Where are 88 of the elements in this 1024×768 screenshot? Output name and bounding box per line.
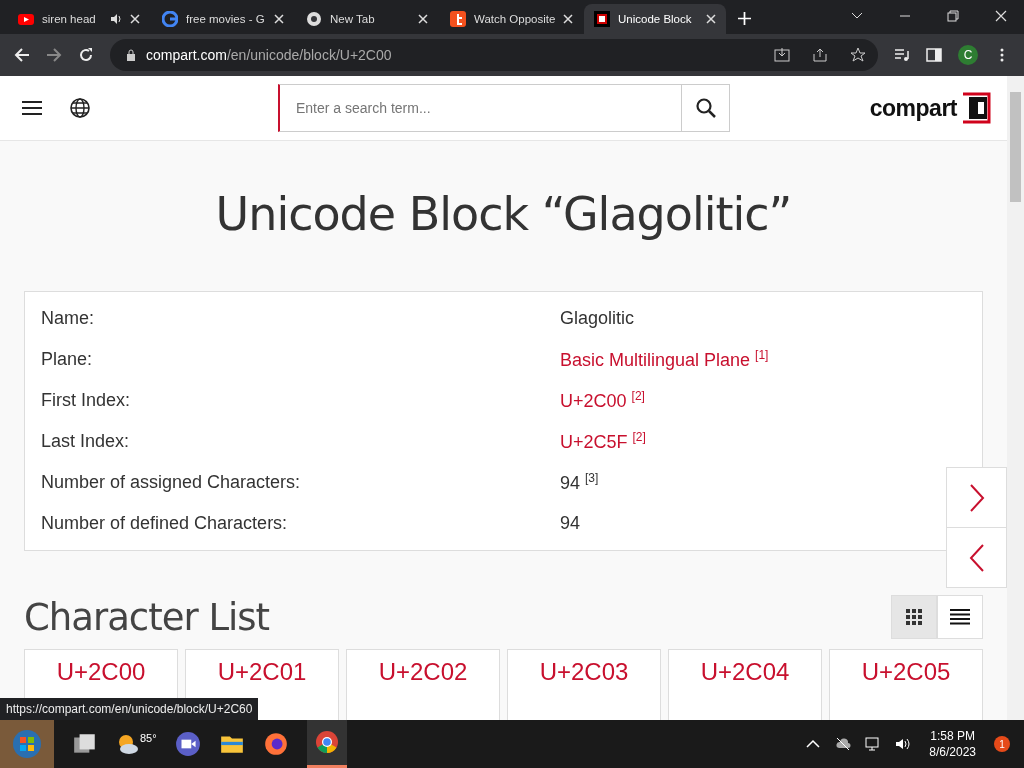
star-icon[interactable] <box>850 47 866 63</box>
profile-avatar[interactable]: C <box>958 45 978 65</box>
browser-tab[interactable]: Watch Opposite <box>440 4 582 34</box>
share-icon[interactable] <box>812 47 828 63</box>
scrollbar[interactable] <box>1007 76 1024 720</box>
close-icon[interactable] <box>995 10 1007 22</box>
property-label: Last Index: <box>41 431 131 452</box>
search-icon <box>695 98 716 118</box>
property-label: Number of assigned Characters: <box>41 472 302 493</box>
property-value: Glagolitic <box>560 308 636 329</box>
character-tile[interactable]: U+2C05 <box>829 649 983 720</box>
close-icon[interactable] <box>706 14 716 24</box>
network-icon[interactable] <box>865 736 882 752</box>
page-title: Unicode Block “Glagolitic” <box>214 187 793 241</box>
grid-icon <box>906 609 922 625</box>
taskbar-app[interactable] <box>306 720 347 768</box>
list-view-button[interactable] <box>937 595 983 639</box>
logo-mark-icon[interactable] <box>961 92 991 124</box>
logo-text[interactable]: compart <box>869 94 957 122</box>
time-text: 1:58 PM <box>930 729 975 743</box>
volume-icon[interactable] <box>895 736 912 752</box>
date-text: 8/6/2023 <box>929 745 976 759</box>
tab-title: free movies - G <box>186 13 266 25</box>
close-icon[interactable] <box>563 14 574 24</box>
search-button[interactable] <box>682 84 730 132</box>
reload-icon[interactable] <box>78 47 94 63</box>
firefox-icon[interactable] <box>262 731 289 757</box>
video-call-icon[interactable] <box>174 731 201 757</box>
back-icon[interactable] <box>14 47 30 63</box>
section-heading: Character List <box>24 595 270 639</box>
tab-title: Watch Opposite <box>474 13 556 25</box>
close-icon[interactable] <box>418 14 428 24</box>
media-icon[interactable] <box>894 47 910 63</box>
tab-title: New Tab <box>330 13 376 25</box>
list-icon <box>950 609 970 625</box>
property-value: 94 $^{[3]}$ <box>560 471 600 494</box>
windows-logo-icon <box>12 729 42 759</box>
tab-title: siren head <box>42 13 97 25</box>
character-tile[interactable]: U+2C04 <box>668 649 822 720</box>
property-label: First Index: <box>41 390 132 411</box>
grid-view-button[interactable] <box>891 595 937 639</box>
chrome-icon <box>314 730 339 754</box>
globe-icon[interactable] <box>70 98 90 118</box>
sun-cloud-icon <box>116 732 140 756</box>
speaker-icon[interactable] <box>110 13 122 25</box>
property-link[interactable]: U+2C5F $^{[2]}$ <box>560 430 966 453</box>
clock[interactable]: 1:58 PM 8/6/2023 <box>929 729 976 759</box>
g-logo-icon <box>162 11 178 27</box>
property-label: Number of defined Characters: <box>41 513 289 534</box>
property-label: Plane: <box>41 349 94 370</box>
weather-widget[interactable]: 85° <box>116 732 157 756</box>
new-tab-icon[interactable] <box>738 12 751 25</box>
close-icon[interactable] <box>130 14 140 24</box>
notification-badge[interactable]: 1 <box>994 736 1010 752</box>
url-text: compart.com/en/unicode/block/U+2C00 <box>146 47 392 63</box>
start-button[interactable] <box>0 720 54 768</box>
square-logo-icon <box>594 11 610 27</box>
browser-tab[interactable]: free movies - G <box>152 4 294 34</box>
property-label: Name: <box>41 308 95 329</box>
menu-icon[interactable] <box>22 100 42 116</box>
forward-icon[interactable] <box>46 47 62 63</box>
code-point: U+2C05 <box>861 658 951 687</box>
browser-icon <box>306 11 322 27</box>
code-point: U+2C02 <box>378 658 468 687</box>
close-icon[interactable] <box>274 14 284 24</box>
install-icon[interactable] <box>774 47 790 63</box>
browser-tab[interactable]: siren head <box>8 4 150 34</box>
tab-title: Unicode Block <box>618 13 693 25</box>
property-link[interactable]: U+2C00 $^{[2]}$ <box>560 389 966 412</box>
search-field[interactable]: Enter a search term... <box>278 84 682 132</box>
play-icon <box>18 11 34 27</box>
restore-icon[interactable] <box>947 10 959 22</box>
code-point: U+2C04 <box>700 658 790 687</box>
property-value: 94 <box>560 513 582 534</box>
chevron-left-icon <box>968 542 985 573</box>
property-link[interactable]: Basic Multilingual Plane $^{[1]}$ <box>560 348 966 371</box>
status-tooltip: https://compart.com/en/unicode/block/U+2C60 <box>0 698 259 720</box>
t-logo-icon <box>450 11 466 27</box>
cloud-icon[interactable] <box>835 736 852 752</box>
chevron-right-icon <box>968 482 985 513</box>
browser-tab[interactable]: Unicode Block <box>584 4 726 34</box>
address-bar[interactable]: compart.com/en/unicode/block/U+2C00 <box>110 39 878 71</box>
character-tile[interactable]: U+2C02 <box>346 649 500 720</box>
character-tile[interactable]: U+2C03 <box>507 649 661 720</box>
lock-icon <box>126 49 136 61</box>
browser-tab[interactable]: New Tab <box>296 4 438 34</box>
code-point: U+2C03 <box>539 658 629 687</box>
side-panel-icon[interactable] <box>926 47 942 63</box>
